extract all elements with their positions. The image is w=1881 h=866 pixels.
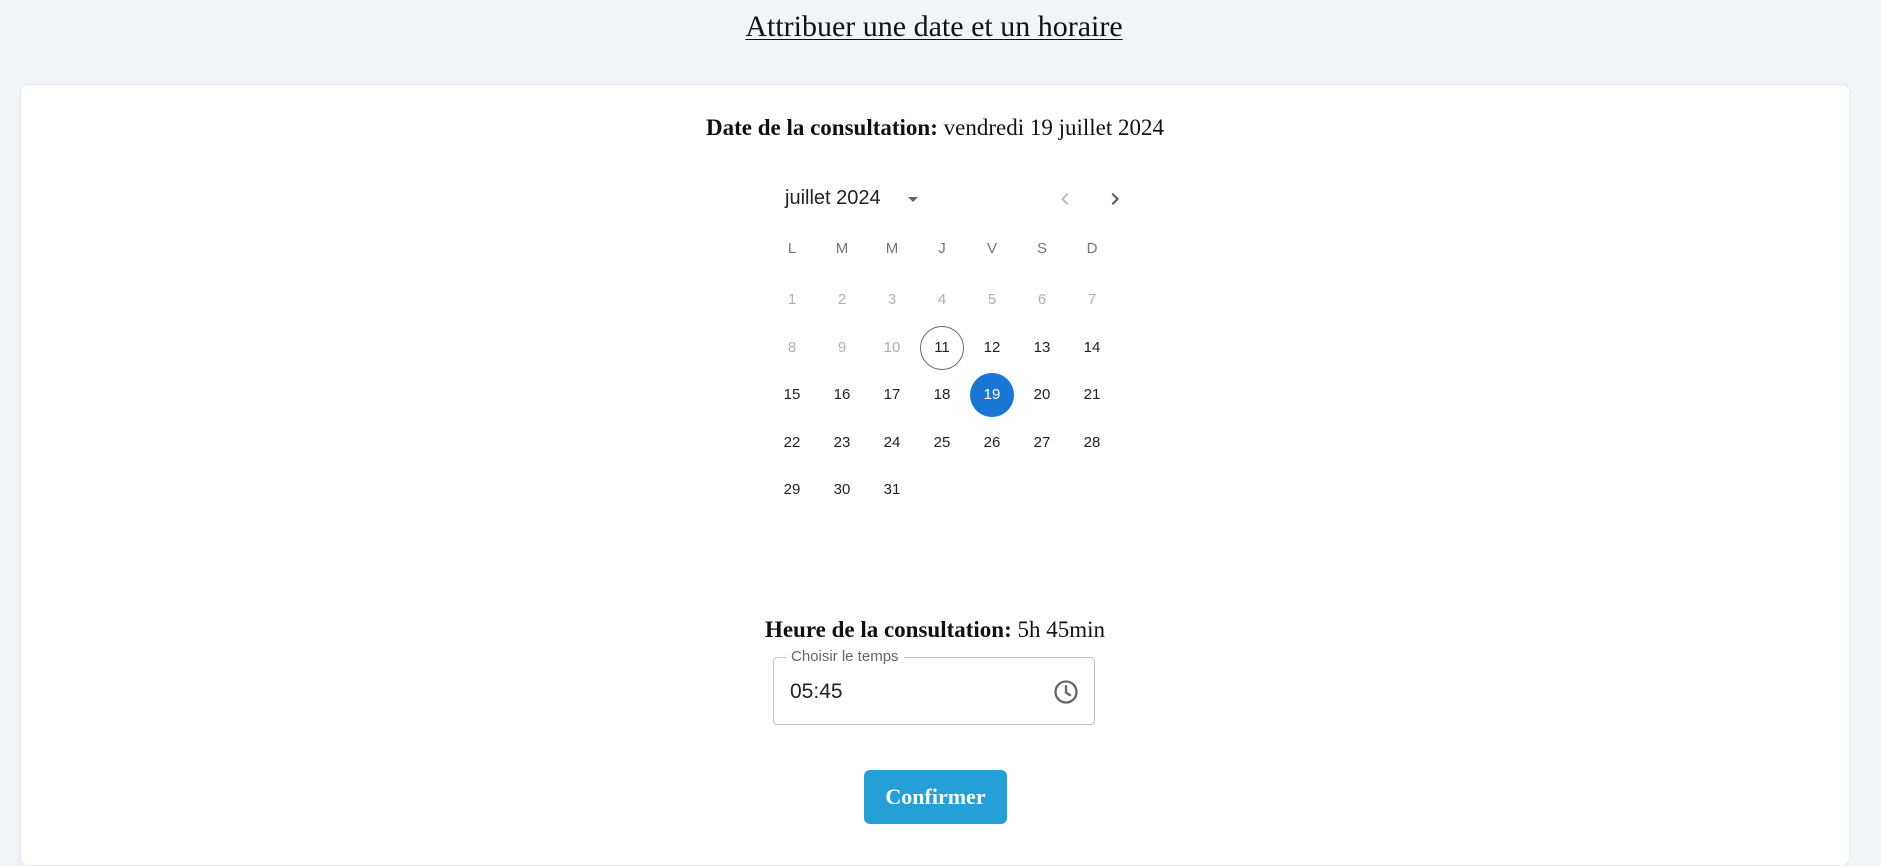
day-cell[interactable]: 27 bbox=[1020, 421, 1064, 465]
day-cell: 1 bbox=[787, 291, 797, 308]
time-summary: Heure de la consultation: 5h 45min bbox=[21, 617, 1849, 643]
time-picker-field[interactable]: Choisir le temps 05:45 bbox=[773, 648, 1095, 725]
chevron-left-icon[interactable] bbox=[1050, 184, 1080, 214]
day-cell[interactable]: 16 bbox=[820, 373, 864, 417]
scheduling-card: Date de la consultation: vendredi 19 jui… bbox=[20, 84, 1850, 866]
day-cell[interactable]: 25 bbox=[920, 421, 964, 465]
weekday-label: L bbox=[787, 240, 797, 257]
day-cell: 2 bbox=[837, 291, 847, 308]
date-calendar: juillet 2024 LMMJVSD 1 2 3 4 5 6 7 8 9 10 11 12 13 14… bbox=[761, 169, 1141, 498]
day-cell[interactable]: 22 bbox=[770, 421, 814, 465]
day-selected[interactable]: 19 bbox=[970, 373, 1014, 417]
chevron-right-icon[interactable] bbox=[1100, 184, 1130, 214]
day-cell: 10 bbox=[883, 339, 901, 356]
date-summary: Date de la consultation: vendredi 19 jui… bbox=[21, 115, 1849, 141]
time-value: 5h 45min bbox=[1017, 617, 1106, 642]
time-field-legend: Choisir le temps bbox=[786, 648, 904, 666]
day-cell[interactable]: 15 bbox=[770, 373, 814, 417]
date-label: Date de la consultation: bbox=[705, 115, 938, 140]
day-cell: 8 bbox=[787, 339, 797, 356]
day-cell: 4 bbox=[937, 291, 947, 308]
date-value: vendredi 19 juillet 2024 bbox=[943, 115, 1165, 140]
day-cell: 5 bbox=[987, 291, 997, 308]
time-label: Heure de la consultation: bbox=[764, 617, 1012, 642]
day-cell[interactable]: 23 bbox=[820, 421, 864, 465]
day-cell: 9 bbox=[837, 339, 847, 356]
day-cell[interactable]: 13 bbox=[1020, 326, 1064, 370]
day-cell[interactable]: 14 bbox=[1070, 326, 1114, 370]
time-input-value[interactable]: 05:45 bbox=[790, 680, 843, 704]
confirm-button[interactable]: Confirmer bbox=[864, 770, 1007, 824]
day-today[interactable]: 11 bbox=[920, 326, 964, 370]
day-cell[interactable]: 12 bbox=[970, 326, 1014, 370]
day-cell[interactable]: 24 bbox=[870, 421, 914, 465]
month-year-label[interactable]: juillet 2024 bbox=[785, 187, 881, 210]
day-cell: 3 bbox=[887, 291, 897, 308]
day-cell[interactable]: 17 bbox=[870, 373, 914, 417]
day-cell[interactable]: 20 bbox=[1020, 373, 1064, 417]
weekday-label: V bbox=[986, 240, 997, 257]
weekday-label: M bbox=[885, 240, 899, 257]
day-cell[interactable]: 29 bbox=[770, 468, 814, 512]
clock-icon[interactable] bbox=[1050, 676, 1082, 708]
weekday-label: D bbox=[1086, 240, 1098, 257]
weekday-label: S bbox=[1036, 240, 1047, 257]
day-cell: 7 bbox=[1087, 291, 1097, 308]
day-cell[interactable]: 21 bbox=[1070, 373, 1114, 417]
day-cell[interactable]: 30 bbox=[820, 468, 864, 512]
day-cell[interactable]: 31 bbox=[870, 468, 914, 512]
caret-down-icon[interactable] bbox=[901, 187, 925, 211]
day-cell[interactable]: 26 bbox=[970, 421, 1014, 465]
calendar-header: juillet 2024 bbox=[761, 169, 1141, 229]
weekday-label: J bbox=[938, 240, 946, 257]
day-cell: 6 bbox=[1037, 291, 1047, 308]
weekday-header: LMMJVSD bbox=[761, 229, 1141, 269]
weekday-label: M bbox=[835, 240, 849, 257]
day-cell[interactable]: 28 bbox=[1070, 421, 1114, 465]
day-cell[interactable]: 18 bbox=[920, 373, 964, 417]
page-title: Attribuer une date et un horaire bbox=[745, 10, 1123, 43]
